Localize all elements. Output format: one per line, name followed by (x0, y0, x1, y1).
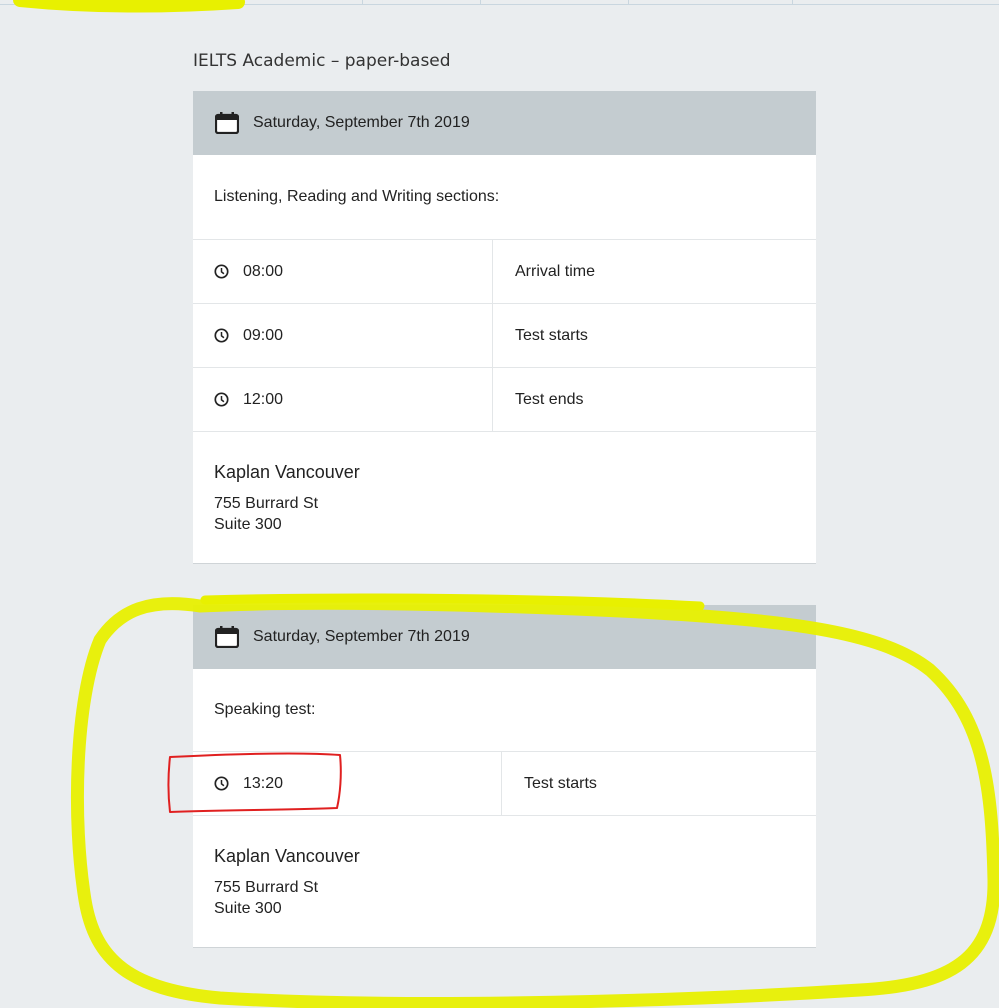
venue-name: Kaplan Vancouver (214, 846, 360, 866)
card-header: Saturday, September 7th 2019 (193, 605, 816, 669)
time-cell: 13:20 (193, 752, 502, 815)
event-label: Arrival time (515, 262, 596, 280)
clock-icon (214, 264, 229, 279)
schedule-card-speaking: Saturday, September 7th 2019 Speaking te… (193, 605, 816, 948)
venue-block: Kaplan Vancouver 755 Burrard St Suite 30… (193, 432, 816, 563)
event-label: Test ends (515, 390, 584, 408)
calendar-icon (215, 626, 239, 648)
card-header: Saturday, September 7th 2019 (193, 91, 816, 155)
table-row: 08:00 Arrival time (193, 240, 816, 304)
venue-block: Kaplan Vancouver 755 Burrard St Suite 30… (193, 816, 816, 947)
event-label: Test starts (515, 326, 588, 344)
time-value: 08:00 (243, 262, 284, 280)
time-value: 12:00 (243, 390, 284, 408)
schedule-card-written: Saturday, September 7th 2019 Listening, … (193, 91, 816, 564)
section-label: Speaking test: (193, 669, 816, 752)
tab-divider (480, 0, 481, 5)
venue-address-line: 755 Burrard St (214, 879, 319, 896)
schedule-date: Saturday, September 7th 2019 (253, 114, 470, 131)
venue-address-line: Suite 300 (214, 900, 282, 917)
time-value: 09:00 (243, 326, 284, 344)
top-tab-strip (0, 0, 999, 5)
table-row: 12:00 Test ends (193, 368, 816, 432)
time-value: 13:20 (243, 774, 284, 792)
venue-address-line: Suite 300 (214, 516, 282, 533)
schedule-date: Saturday, September 7th 2019 (253, 628, 470, 645)
venue-name: Kaplan Vancouver (214, 462, 360, 482)
table-row: 13:20 Test starts (193, 752, 816, 816)
clock-icon (214, 392, 229, 407)
tab-divider (240, 0, 241, 5)
tab-divider (628, 0, 629, 5)
exam-title: IELTS Academic – paper-based (193, 51, 451, 71)
venue-address-line: 755 Burrard St (214, 495, 319, 512)
time-cell: 09:00 (193, 304, 493, 367)
table-row: 09:00 Test starts (193, 304, 816, 368)
clock-icon (214, 328, 229, 343)
time-cell: 12:00 (193, 368, 493, 431)
tab-divider (792, 0, 793, 5)
section-label: Listening, Reading and Writing sections: (193, 155, 816, 240)
time-cell: 08:00 (193, 240, 493, 303)
calendar-icon (215, 112, 239, 134)
clock-icon (214, 776, 229, 791)
event-label: Test starts (524, 774, 597, 792)
tab-divider (362, 0, 363, 5)
